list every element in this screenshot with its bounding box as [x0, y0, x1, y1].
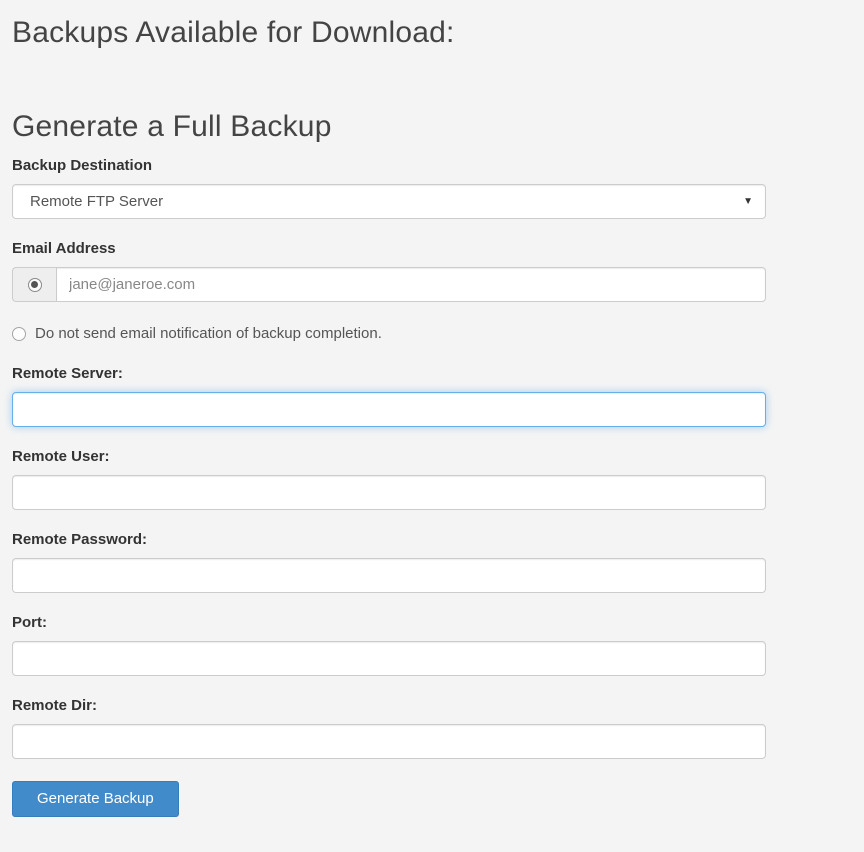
- remote-dir-field: Remote Dir:: [12, 696, 766, 759]
- remote-password-input[interactable]: [12, 558, 766, 593]
- backup-destination-select-wrap: Remote FTP Server ▼: [12, 184, 766, 219]
- radio-dot: [31, 281, 38, 288]
- remote-user-field: Remote User:: [12, 447, 766, 510]
- email-radio-addon[interactable]: [12, 267, 56, 302]
- generate-backup-button[interactable]: Generate Backup: [12, 781, 179, 817]
- port-label: Port:: [12, 613, 766, 633]
- generate-full-backup-section: Generate a Full Backup Backup Destinatio…: [12, 108, 766, 817]
- no-email-radio[interactable]: [12, 327, 26, 341]
- section-title-generate-full-backup: Generate a Full Backup: [12, 108, 766, 146]
- port-input[interactable]: [12, 641, 766, 676]
- page-title: Backups Available for Download:: [12, 14, 864, 52]
- remote-server-label: Remote Server:: [12, 364, 766, 384]
- email-radio[interactable]: [28, 278, 42, 292]
- backup-destination-label: Backup Destination: [12, 156, 766, 176]
- remote-user-label: Remote User:: [12, 447, 766, 467]
- no-email-option-row[interactable]: Do not send email notification of backup…: [12, 324, 766, 344]
- port-field: Port:: [12, 613, 766, 676]
- remote-user-input[interactable]: [12, 475, 766, 510]
- email-input-group: [12, 267, 766, 302]
- email-address-label: Email Address: [12, 239, 766, 259]
- backup-page: Backups Available for Download: Generate…: [0, 0, 864, 817]
- remote-dir-label: Remote Dir:: [12, 696, 766, 716]
- remote-server-input[interactable]: [12, 392, 766, 427]
- remote-server-field: Remote Server:: [12, 364, 766, 427]
- no-email-label: Do not send email notification of backup…: [35, 324, 382, 344]
- email-input[interactable]: [56, 267, 766, 302]
- remote-password-field: Remote Password:: [12, 530, 766, 593]
- backup-destination-select[interactable]: Remote FTP Server: [12, 184, 766, 219]
- remote-dir-input[interactable]: [12, 724, 766, 759]
- remote-password-label: Remote Password:: [12, 530, 766, 550]
